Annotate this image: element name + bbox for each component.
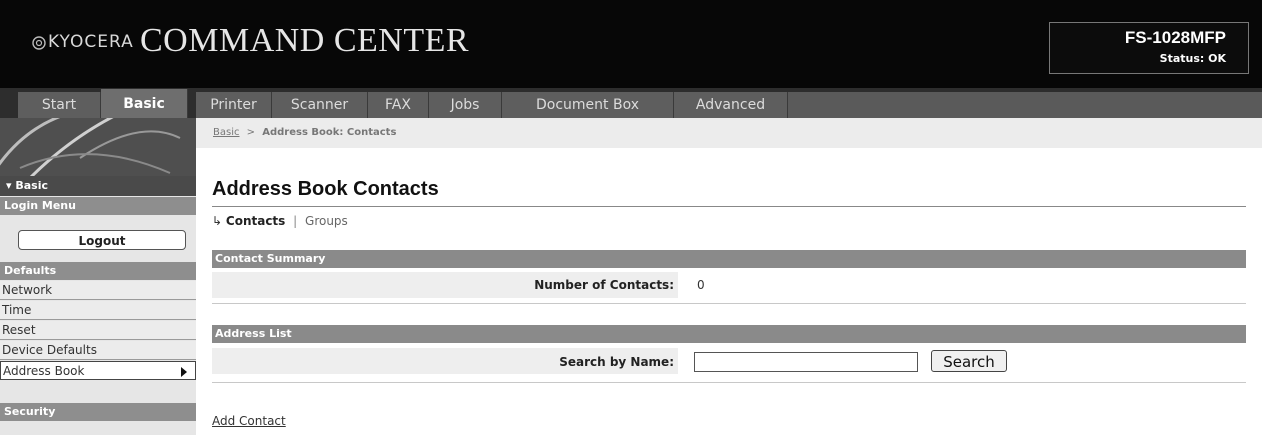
device-status-box: FS-1028MFP Status: OK — [1049, 22, 1249, 74]
breadcrumb: Basic > Address Book: Contacts — [196, 118, 1262, 148]
title-divider — [212, 206, 1246, 207]
logout-button[interactable]: Logout — [18, 230, 186, 250]
device-model: FS-1028MFP — [1124, 28, 1226, 47]
subnav-groups[interactable]: Groups — [305, 214, 348, 228]
sidebar-item-address-book[interactable]: Address Book — [0, 361, 196, 380]
sidebar-login-menu: Login Menu — [0, 197, 196, 215]
contact-summary-header: Contact Summary — [212, 250, 1246, 268]
number-of-contacts-value: 0 — [697, 278, 705, 292]
row-divider — [212, 382, 1246, 383]
sidebar-item-network[interactable]: Network — [0, 281, 196, 300]
kyocera-logo-icon — [32, 36, 46, 50]
row-divider — [212, 303, 1246, 304]
nav-bar-filler — [788, 92, 1262, 118]
search-by-name-label: Search by Name: — [559, 355, 674, 369]
app-header: KYOCERA COMMAND CENTER FS-1028MFP Status… — [0, 0, 1262, 88]
tab-start[interactable]: Start — [18, 92, 101, 118]
subnav-arrow-icon: ↳ — [212, 214, 223, 228]
tab-basic[interactable]: Basic — [101, 89, 188, 118]
tab-fax[interactable]: FAX — [368, 92, 429, 118]
sidebar-item-device-defaults[interactable]: Device Defaults — [0, 341, 196, 360]
search-button[interactable]: Search — [931, 350, 1007, 372]
breadcrumb-current: Address Book: Contacts — [262, 127, 397, 138]
tab-jobs[interactable]: Jobs — [429, 92, 502, 118]
app-title: COMMAND CENTER — [140, 22, 470, 59]
breadcrumb-basic-link[interactable]: Basic — [213, 127, 239, 138]
page-title: Address Book Contacts — [212, 178, 439, 200]
number-of-contacts-label: Number of Contacts: — [534, 278, 674, 292]
subnav-divider: | — [293, 214, 298, 228]
sidebar-banner-image — [0, 118, 196, 176]
sidebar-item-reset[interactable]: Reset — [0, 321, 196, 340]
device-status: Status: OK — [1159, 52, 1226, 65]
sidebar-security: Security — [0, 403, 196, 421]
decorative-curves-icon — [0, 118, 196, 176]
sidebar-item-time[interactable]: Time — [0, 301, 196, 320]
breadcrumb-separator: > — [246, 127, 256, 138]
subnav-contacts[interactable]: Contacts — [226, 214, 285, 228]
brand-logo: KYOCERA — [48, 32, 134, 52]
tab-printer[interactable]: Printer — [196, 92, 272, 118]
expand-arrow-icon — [181, 367, 187, 377]
address-list-header: Address List — [212, 325, 1246, 343]
subnav: ↳ Contacts | Groups — [212, 214, 348, 228]
tab-scanner[interactable]: Scanner — [272, 92, 368, 118]
sidebar-current-section[interactable]: ▾ Basic — [0, 176, 196, 196]
tab-document-box[interactable]: Document Box — [502, 92, 674, 118]
tab-advanced[interactable]: Advanced — [674, 92, 788, 118]
search-input[interactable] — [694, 352, 918, 372]
sidebar-defaults: Defaults — [0, 262, 196, 280]
sidebar-item-label: Address Book — [3, 364, 85, 378]
add-contact-link[interactable]: Add Contact — [212, 414, 286, 428]
